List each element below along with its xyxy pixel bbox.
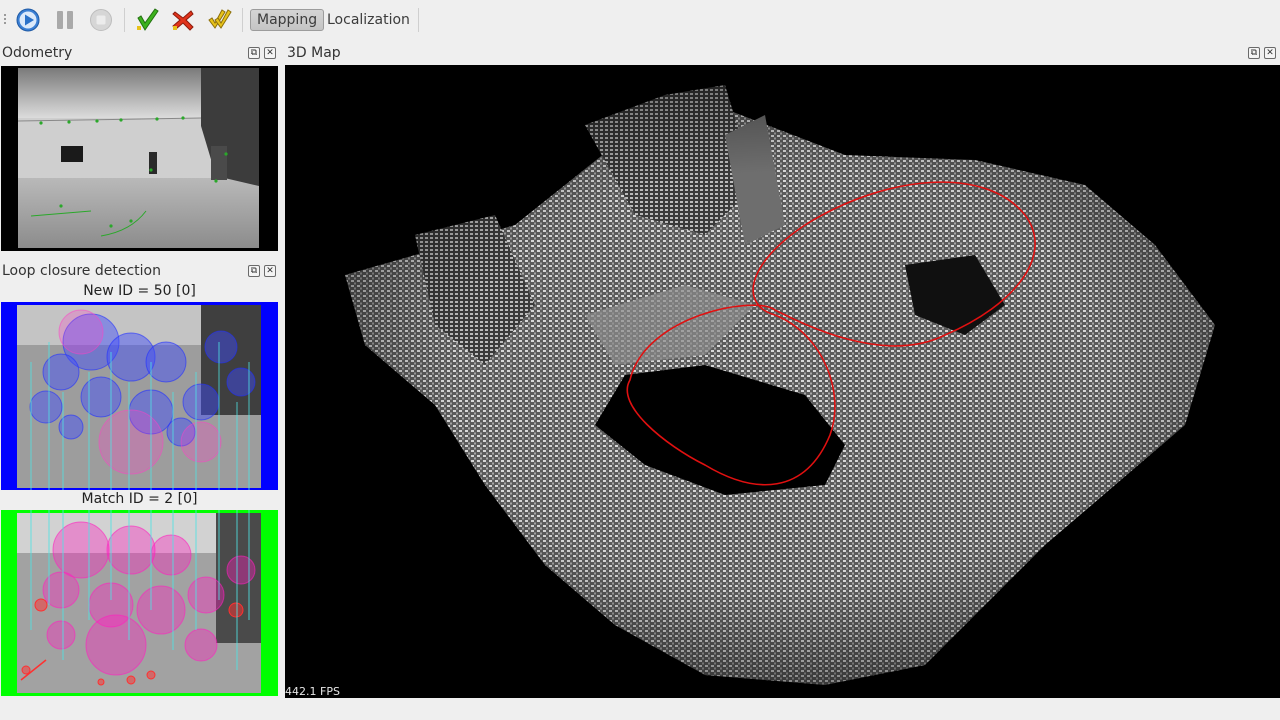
loop-closure-dock-buttons: ⧉ ✕ [248,265,276,277]
checkmark-icon [137,8,159,31]
pause-button[interactable] [52,7,78,33]
point-cloud-map [285,65,1280,698]
close-icon[interactable]: ✕ [1264,47,1276,59]
odometry-dock-title: Odometry [2,45,73,61]
play-button[interactable] [15,7,41,33]
mapping-mode-button[interactable]: Mapping [250,9,325,31]
accept-all-button[interactable] [206,7,232,33]
float-icon[interactable]: ⧉ [248,265,260,277]
loop-closure-dock-title: Loop closure detection [2,263,161,279]
cross-icon [172,10,194,31]
play-icon [16,8,40,32]
fps-counter: 442.1 FPS [285,685,340,698]
new-id-image [17,305,261,490]
stop-button[interactable] [88,7,114,33]
match-id-image [17,510,261,693]
toolbar-grip[interactable] [3,12,7,28]
toolbar-separator [124,8,125,32]
double-check-icon [208,9,232,29]
close-icon[interactable]: ✕ [264,47,276,59]
toolbar-separator [242,8,243,32]
float-icon[interactable]: ⧉ [248,47,260,59]
accept-button[interactable] [134,7,160,33]
odometry-camera-image [17,68,259,248]
map3d-dock-title: 3D Map [287,45,341,61]
odometry-camera-view [1,66,278,251]
toolbar-separator [418,8,419,32]
localization-mode-button[interactable]: Localization [321,9,416,31]
close-icon[interactable]: ✕ [264,265,276,277]
match-id-image-frame [1,510,278,696]
reject-button[interactable] [170,7,196,33]
new-id-image-frame [1,302,278,490]
float-icon[interactable]: ⧉ [1248,47,1260,59]
status-bar [0,698,1280,720]
new-id-caption: New ID = 50 [0] [83,283,196,299]
map3d-dock-buttons: ⧉ ✕ [1248,47,1276,59]
match-id-caption: Match ID = 2 [0] [81,491,198,507]
stop-icon [90,9,112,31]
pause-icon [57,11,73,29]
odometry-dock-buttons: ⧉ ✕ [248,47,276,59]
main-toolbar: Mapping Localization [0,0,1280,40]
map3d-viewport[interactable]: 442.1 FPS [285,65,1280,698]
